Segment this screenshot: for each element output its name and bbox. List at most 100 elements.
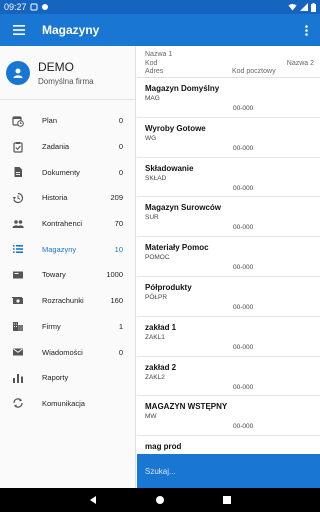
warehouse-row[interactable]: Magazyn Surowców SUR 00-000 — [137, 197, 320, 238]
nav-item-firmy[interactable]: Firmy 1 — [0, 314, 135, 340]
nav-item-label: Komunikacja — [42, 398, 85, 408]
warehouse-code: MAG — [145, 95, 160, 102]
clipboard-check-icon — [12, 141, 24, 153]
warehouse-postal-code: 00-000 — [233, 264, 254, 272]
warehouse-name: zakład 2 — [145, 362, 177, 372]
nav-item-historia[interactable]: Historia 209 — [0, 185, 135, 211]
signal-icon — [300, 3, 308, 11]
sync-icon — [12, 397, 24, 409]
nav-item-label: Wiadomości — [42, 347, 83, 357]
search-bar — [137, 454, 320, 488]
product-icon — [12, 269, 24, 281]
app-title: Magazyny — [42, 23, 100, 37]
warehouse-postal-code: 00-000 — [233, 383, 254, 391]
home-icon[interactable] — [155, 495, 165, 505]
nav-item-rozrachunki[interactable]: Rozrachunki 160 — [0, 288, 135, 314]
nav-item-label: Kontrahenci — [42, 219, 83, 229]
search-input[interactable] — [145, 466, 305, 476]
warehouse-row[interactable]: Materiały Pomoc POMOC 00-000 — [137, 237, 320, 277]
building-icon — [12, 320, 24, 332]
mail-icon — [12, 346, 24, 358]
nav-item-count: 10 — [114, 244, 123, 254]
warehouse-code: MW — [145, 413, 157, 421]
menu-button[interactable] — [0, 14, 38, 46]
user-name: DEMO — [38, 59, 74, 74]
battery-icon — [311, 2, 316, 12]
warehouse-name: Magazyn Domyślny — [145, 84, 220, 93]
nav-item-dokumenty[interactable]: Dokumenty 0 — [0, 159, 135, 185]
status-icons — [288, 2, 316, 12]
warehouse-code: WG — [145, 134, 157, 142]
warehouse-name: Materiały Pomoc — [145, 243, 209, 253]
more-options-button[interactable] — [292, 14, 320, 46]
warehouse-row[interactable]: zakład 1 ZAKL1 00-000 — [137, 317, 320, 357]
calendar-clock-icon — [12, 115, 24, 127]
warehouse-rows: Magazyn Domyślny MAG 00-000 Wyroby Gotowe WG… — [137, 78, 320, 454]
nav-item-towary[interactable]: Towary 1000 — [0, 262, 135, 288]
warehouse-row[interactable]: Magazyn Domyślny MAG 00-000 — [137, 78, 320, 118]
column-code: Kod — [145, 60, 158, 67]
warehouse-code: ZAKL2 — [145, 373, 165, 381]
warehouse-postal-code: 00-000 — [233, 224, 254, 232]
warehouse-name: zakład 1 — [145, 322, 177, 332]
system-navigation-bar — [0, 488, 320, 512]
nav-item-count: 0 — [118, 347, 123, 357]
nav-item-wiadomości[interactable]: Wiadomości 0 — [0, 339, 135, 365]
nav-item-count: 0 — [118, 142, 123, 152]
money-icon — [12, 295, 24, 307]
person-icon — [13, 68, 23, 78]
nav-item-count: 1000 — [106, 270, 123, 280]
recents-icon[interactable] — [222, 495, 232, 505]
column-name1: Nazwa 1 — [145, 51, 173, 58]
warehouse-postal-code: 00-000 — [233, 105, 254, 112]
warehouse-list-panel: Nazwa 1 Nazwa 2 Kod Adres Kod pocztowy M… — [137, 46, 320, 454]
warehouse-code: PÓŁPR — [145, 293, 168, 301]
status-bar: 09:27 — [0, 0, 320, 14]
wifi-icon — [288, 3, 297, 11]
profile-header[interactable]: DEMO Domyślna firma — [0, 46, 135, 100]
warehouse-row[interactable]: MAGAZYN WSTĘPNY MW 00-000 — [137, 396, 320, 437]
warehouse-postal-code: 00-000 — [233, 423, 254, 431]
avatar — [6, 60, 30, 85]
nav-item-zadania[interactable]: Zadania 0 — [0, 134, 135, 160]
warehouse-name: MAGAZYN WSTĘPNY — [145, 402, 228, 412]
nav-item-count: 0 — [118, 167, 123, 177]
nav-item-magazyny[interactable]: Magazyny 10 — [0, 236, 135, 262]
nav-item-count: 0 — [118, 116, 123, 126]
warehouse-name: Magazyn Surowców — [145, 203, 222, 213]
warehouse-code: ZAKL1 — [145, 333, 165, 341]
warehouse-row[interactable]: Wyroby Gotowe WG 00-000 — [137, 118, 320, 158]
warehouse-code: POMOC — [145, 254, 170, 262]
back-icon[interactable] — [88, 495, 98, 505]
more-vert-icon — [304, 24, 308, 36]
warehouse-code: SUR — [145, 214, 159, 222]
warehouse-code: SKŁAD — [145, 174, 167, 182]
nav-item-kontrahenci[interactable]: Kontrahenci 70 — [0, 211, 135, 237]
warehouse-postal-code: 00-000 — [233, 343, 254, 351]
column-postal-code: Kod pocztowy — [232, 68, 276, 75]
nav-item-label: Zadania — [42, 142, 70, 152]
nav-item-count: 160 — [110, 296, 123, 306]
nav-item-komunikacja[interactable]: Komunikacja — [0, 391, 135, 417]
profile-text: DEMO Domyślna firma — [38, 60, 94, 86]
nav-item-label: Plan — [42, 116, 58, 126]
warehouse-row[interactable]: Składowanie SKŁAD 00-000 — [137, 158, 320, 198]
warehouse-row[interactable]: Półprodukty PÓŁPR 00-000 — [137, 277, 320, 317]
nav-item-label: Raporty — [42, 373, 69, 383]
nav-item-count: 1 — [118, 321, 123, 331]
nav-item-raporty[interactable]: Raporty — [0, 365, 135, 391]
list-icon — [12, 243, 24, 255]
warehouse-postal-code: 00-000 — [233, 144, 254, 152]
warehouse-row[interactable]: zakład 2 ZAKL2 00-000 — [137, 357, 320, 397]
warehouse-name: Składowanie — [145, 163, 194, 173]
warehouse-name: mag prod — [145, 442, 182, 452]
hamburger-icon — [13, 25, 25, 35]
nav-item-plan[interactable]: Plan 0 — [0, 108, 135, 134]
nav-item-label: Towary — [42, 270, 66, 280]
app-bar: Magazyny — [0, 14, 320, 46]
app-root: 09:27 Magazyny DEMO Domyślna firma Plan 0 — [0, 0, 320, 512]
column-header: Nazwa 1 Nazwa 2 Kod Adres Kod pocztowy — [137, 46, 320, 78]
column-address: Adres — [145, 68, 164, 75]
company-name: Domyślna firma — [38, 76, 94, 86]
warehouse-row[interactable]: mag prod — [137, 436, 320, 454]
